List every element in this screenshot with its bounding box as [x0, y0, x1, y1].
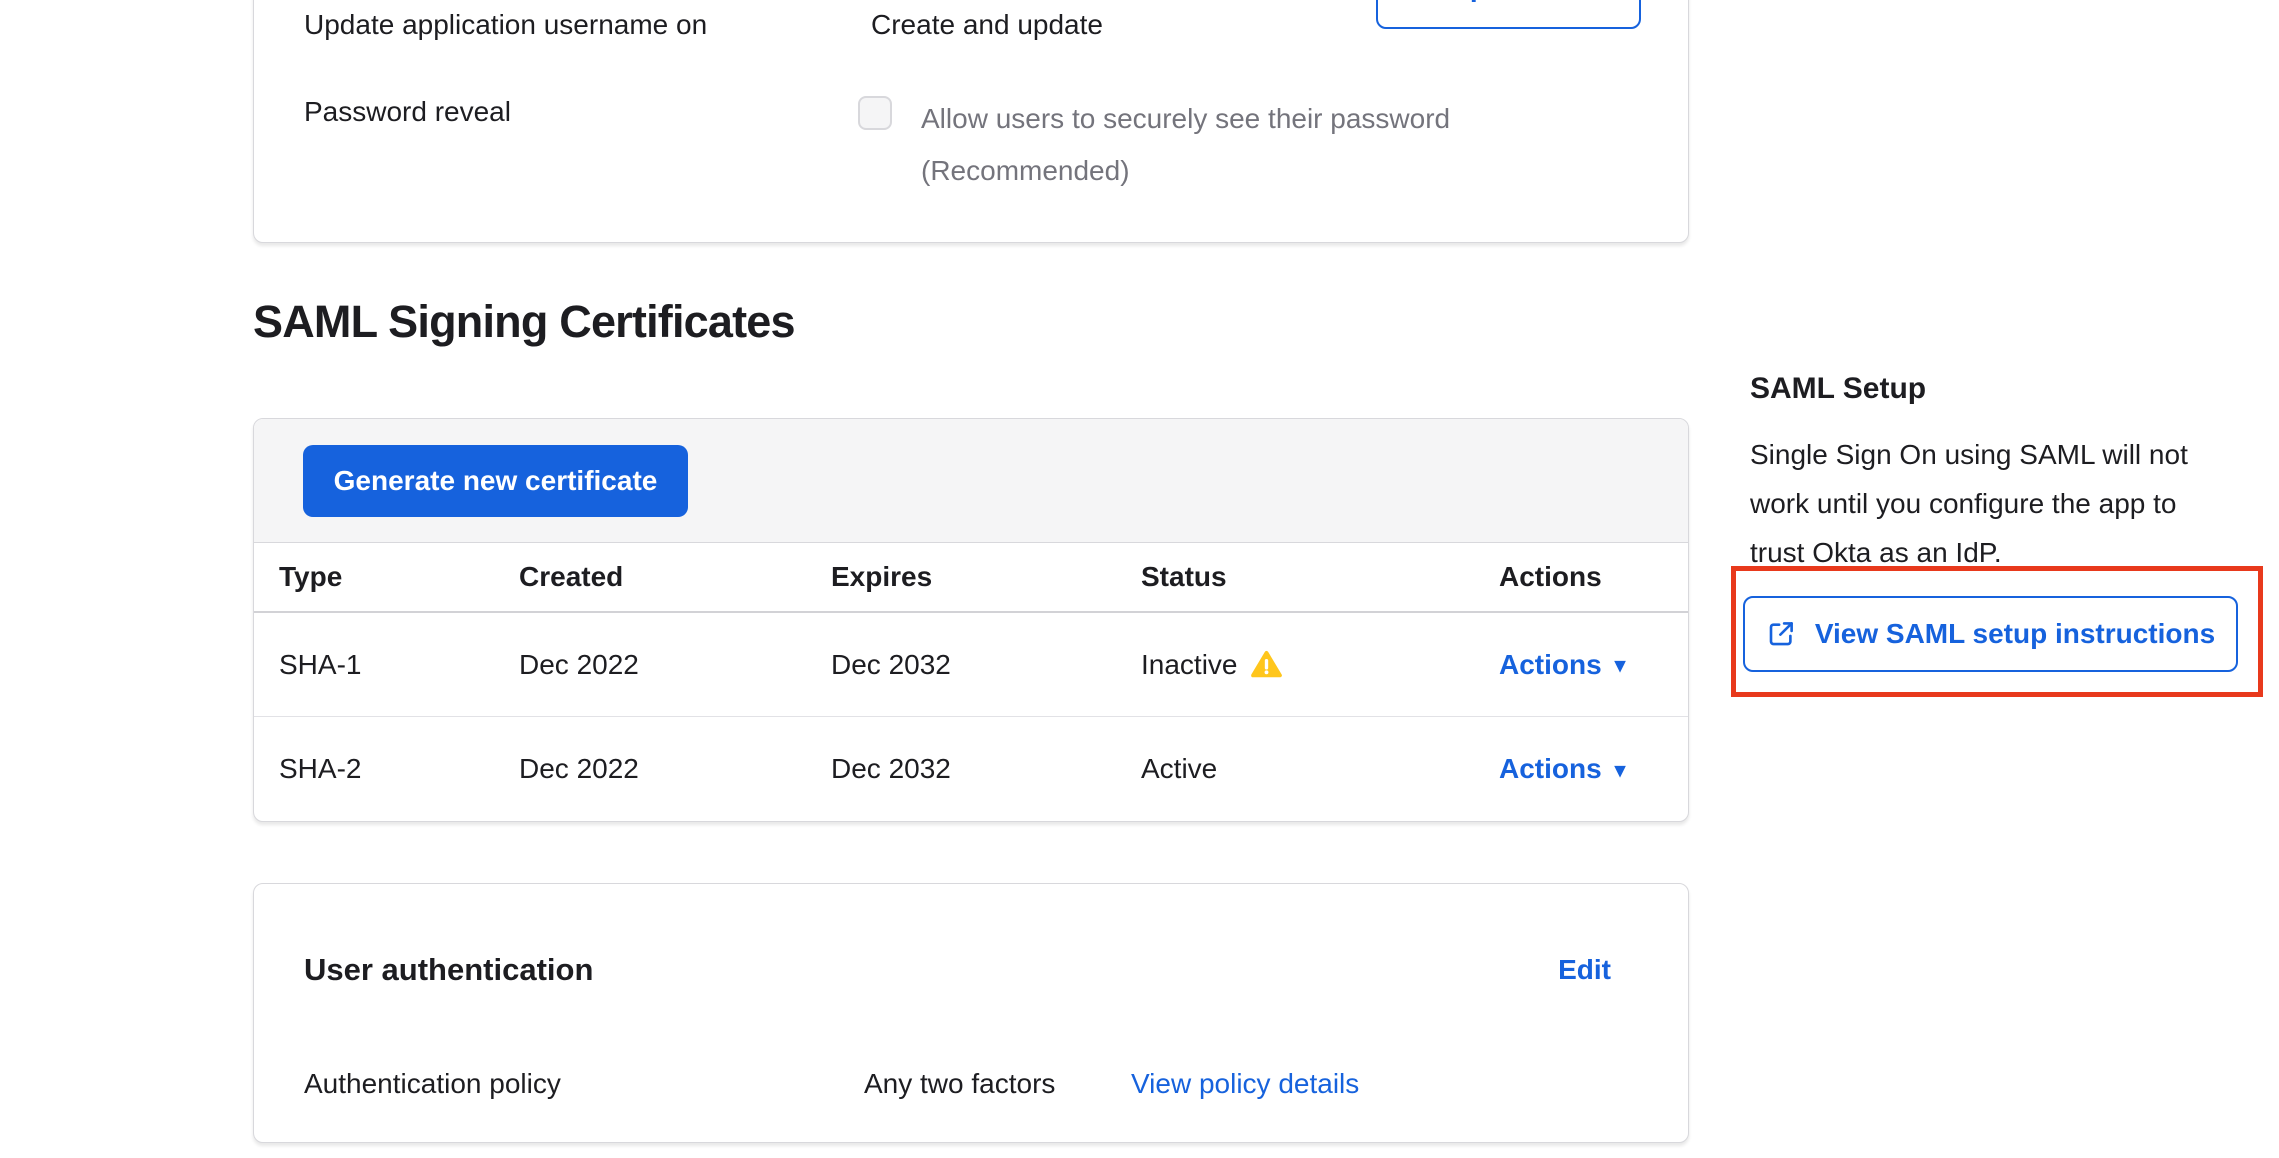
cert-created: Dec 2022: [492, 649, 806, 681]
cert-expires: Dec 2032: [806, 753, 1120, 785]
description-line: Single Sign On using SAML will not: [1750, 430, 2188, 479]
cert-status: Active: [1141, 753, 1217, 785]
certificate-row-sha2: SHA-2 Dec 2022 Dec 2032 Active Actions ▾: [254, 717, 1688, 821]
view-policy-details-link[interactable]: View policy details: [1131, 1068, 1359, 1100]
sign-on-settings-card: Update application username on Create an…: [253, 0, 1689, 243]
caret-down-icon: ▾: [1615, 758, 1626, 783]
cert-type: SHA-1: [254, 649, 492, 681]
cert-created: Dec 2022: [492, 753, 806, 785]
saml-setup-description: Single Sign On using SAML will not work …: [1750, 430, 2188, 577]
column-header-status: Status: [1120, 561, 1474, 593]
okta-saml-settings-page: Update application username on Create an…: [0, 0, 2279, 1158]
description-line: trust Okta as an IdP.: [1750, 528, 2188, 577]
update-username-value: Create and update: [871, 7, 1103, 43]
authentication-policy-label: Authentication policy: [304, 1068, 561, 1100]
cert-status: Inactive: [1141, 649, 1238, 681]
certificate-row-sha1: SHA-1 Dec 2022 Dec 2032 Inactive Actions…: [254, 613, 1688, 717]
password-reveal-checkbox[interactable]: [858, 96, 892, 130]
warning-icon: [1251, 650, 1282, 679]
cert-expires: Dec 2032: [806, 649, 1120, 681]
update-now-button[interactable]: Update Now: [1376, 0, 1641, 29]
column-header-type: Type: [254, 561, 492, 593]
user-authentication-card: User authentication Edit Authentication …: [253, 883, 1689, 1143]
saml-signing-certificates-title: SAML Signing Certificates: [253, 296, 795, 348]
certificates-table-header: Type Created Expires Status Actions: [254, 543, 1688, 613]
generate-new-certificate-button[interactable]: Generate new certificate: [303, 445, 688, 517]
refresh-icon: [1406, 0, 1436, 2]
password-reveal-checkbox-label: Allow users to securely see their passwo…: [921, 93, 1450, 197]
saml-setup-title: SAML Setup: [1750, 372, 1926, 406]
user-authentication-title: User authentication: [304, 952, 593, 988]
password-reveal-label: Password reveal: [304, 94, 511, 130]
update-now-label: Update Now: [1450, 0, 1612, 3]
checkbox-label-line1: Allow users to securely see their passwo…: [921, 93, 1450, 145]
description-line: work until you configure the app to: [1750, 479, 2188, 528]
edit-link[interactable]: Edit: [1558, 954, 1611, 986]
update-username-label: Update application username on: [304, 7, 707, 43]
caret-down-icon: ▾: [1615, 653, 1626, 678]
actions-menu-button[interactable]: Actions ▾: [1499, 649, 1625, 681]
cert-type: SHA-2: [254, 753, 492, 785]
column-header-actions: Actions: [1474, 561, 1688, 593]
view-saml-setup-instructions-button[interactable]: View SAML setup instructions: [1743, 596, 2238, 672]
actions-menu-button[interactable]: Actions ▾: [1499, 753, 1625, 785]
checkbox-label-line2: (Recommended): [921, 145, 1450, 197]
column-header-expires: Expires: [806, 561, 1120, 593]
view-saml-instructions-label: View SAML setup instructions: [1815, 618, 2215, 650]
actions-label: Actions: [1499, 753, 1602, 785]
certificates-panel-toolbar: Generate new certificate: [254, 419, 1688, 543]
column-header-created: Created: [492, 561, 806, 593]
certificates-panel: Generate new certificate Type Created Ex…: [253, 418, 1689, 822]
external-link-icon: [1766, 619, 1796, 649]
actions-label: Actions: [1499, 649, 1602, 681]
authentication-policy-value: Any two factors: [864, 1068, 1055, 1100]
